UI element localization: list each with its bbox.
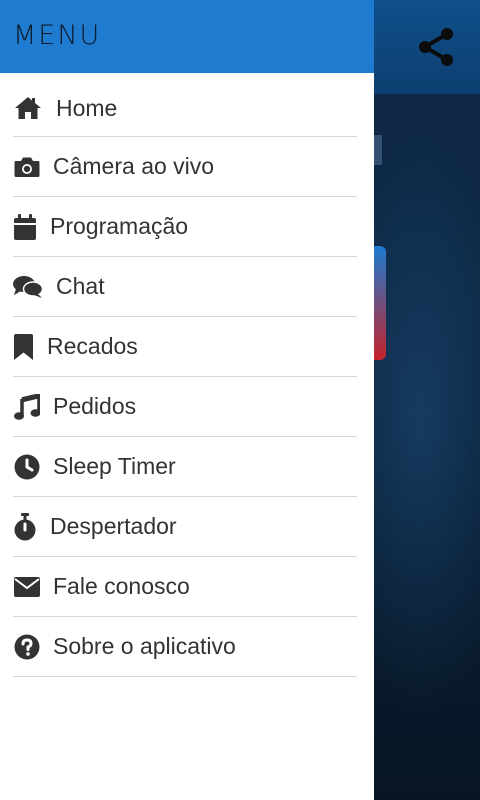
- bookmark-icon: [13, 333, 34, 361]
- menu-item-chat[interactable]: Chat: [13, 257, 357, 317]
- menu-item-fale-conosco[interactable]: Fale conosco: [13, 557, 357, 617]
- menu-item-label: Pedidos: [53, 393, 137, 419]
- drawer-title: MENU: [13, 20, 102, 51]
- menu-item-camera[interactable]: Câmera ao vivo: [13, 137, 357, 197]
- chat-icon: [13, 273, 43, 301]
- menu-item-label: Sleep Timer: [53, 453, 176, 479]
- clock-icon: [13, 453, 40, 481]
- navigation-drawer: MENU Home Câmera ao vivo Programação Cha…: [0, 0, 374, 800]
- menu-item-label: Fale conosco: [53, 573, 190, 599]
- menu-item-recados[interactable]: Recados: [13, 317, 357, 377]
- menu-list: Home Câmera ao vivo Programação Chat Rec…: [13, 80, 357, 677]
- background-content: [374, 135, 382, 165]
- envelope-icon: [13, 573, 40, 601]
- music-icon: [13, 393, 40, 421]
- menu-item-sobre[interactable]: Sobre o aplicativo: [13, 617, 357, 677]
- menu-item-label: Recados: [47, 333, 138, 359]
- drawer-header: MENU: [0, 0, 374, 73]
- menu-item-label: Chat: [56, 273, 105, 299]
- menu-item-home[interactable]: Home: [13, 80, 357, 137]
- background-banner: [374, 246, 386, 360]
- menu-item-despertador[interactable]: Despertador: [13, 497, 357, 557]
- menu-item-label: Sobre o aplicativo: [53, 633, 236, 659]
- share-button[interactable]: [418, 27, 454, 67]
- camera-icon: [13, 153, 40, 181]
- question-circle-icon: [13, 633, 40, 661]
- stopwatch-icon: [13, 512, 37, 541]
- menu-item-label: Home: [56, 94, 118, 121]
- home-icon: [13, 94, 43, 122]
- menu-item-label: Despertador: [50, 513, 177, 539]
- menu-item-label: Câmera ao vivo: [53, 153, 215, 179]
- menu-item-sleep-timer[interactable]: Sleep Timer: [13, 437, 357, 497]
- calendar-icon: [13, 213, 37, 241]
- menu-item-pedidos[interactable]: Pedidos: [13, 377, 357, 437]
- menu-item-label: Programação: [50, 213, 189, 239]
- menu-item-programacao[interactable]: Programação: [13, 197, 357, 257]
- share-icon: [419, 28, 453, 66]
